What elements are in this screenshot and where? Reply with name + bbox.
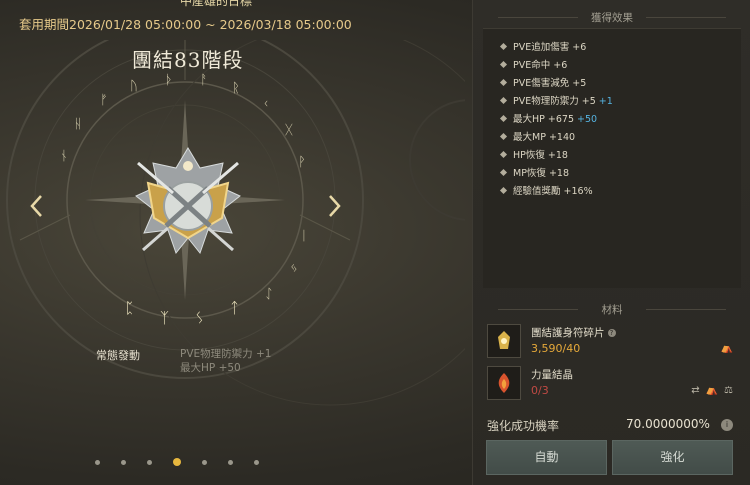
shop-icon[interactable]: ⛺ bbox=[721, 343, 733, 354]
diamond-bullet-icon bbox=[499, 168, 508, 177]
svg-text:ᚠ: ᚠ bbox=[100, 93, 108, 108]
page-dot[interactable] bbox=[147, 459, 152, 465]
page-dot[interactable] bbox=[95, 459, 100, 465]
effect-item: MP恢復 +18 bbox=[499, 165, 569, 179]
diamond-bullet-icon bbox=[499, 150, 508, 159]
materials-title: 材料 bbox=[601, 304, 623, 316]
diamond-bullet-icon bbox=[499, 42, 508, 51]
svg-text:ᚲ: ᚲ bbox=[262, 97, 270, 112]
material-tools: ⛺ bbox=[721, 343, 733, 354]
page-dot-active[interactable] bbox=[173, 458, 181, 466]
material-name: 力量結晶 bbox=[531, 369, 573, 381]
enhance-button[interactable]: 強化 bbox=[612, 440, 733, 475]
balance-icon[interactable]: ⚖ bbox=[724, 385, 733, 396]
stage-panel: 中産雄的日標 套用期間2026/01/28 05:00:00 ~ 2026/03… bbox=[0, 0, 465, 485]
svg-text:ᚷ: ᚷ bbox=[285, 123, 293, 138]
passive-effect-line: PVE物理防禦力 +1 bbox=[180, 348, 272, 360]
stage-title: 團結83階段 bbox=[132, 48, 244, 72]
diamond-bullet-icon bbox=[499, 114, 508, 123]
help-icon[interactable]: ? bbox=[607, 329, 616, 337]
effects-title: 獲得效果 bbox=[591, 12, 633, 24]
svg-text:ᚹ: ᚹ bbox=[298, 155, 306, 170]
page-dot[interactable] bbox=[121, 459, 126, 465]
amulet-fragment-icon[interactable] bbox=[487, 324, 521, 358]
svg-text:ᛈ: ᛈ bbox=[125, 299, 134, 317]
effect-item: PVE物理防禦力 +5 +1 bbox=[499, 93, 613, 107]
page-dot[interactable] bbox=[254, 459, 259, 465]
effect-item: 最大HP +675 +50 bbox=[499, 111, 598, 125]
page-indicator bbox=[95, 458, 259, 466]
effect-item: 經驗值獎勵 +16% bbox=[499, 183, 593, 197]
material-name: 團結護身符碎片? bbox=[531, 325, 616, 340]
effect-item: PVE傷害減免 +5 bbox=[499, 75, 586, 89]
material-item[interactable]: 力量結晶 0/3 ⇄ ⛺ ⚖ bbox=[487, 366, 743, 402]
svg-text:ᛊ: ᛊ bbox=[195, 309, 204, 327]
passive-effect: PVE物理防禦力 +1 最大HP +50 bbox=[180, 347, 271, 375]
page-dot[interactable] bbox=[202, 459, 207, 465]
svg-text:ᚦ: ᚦ bbox=[165, 73, 173, 88]
page-dot[interactable] bbox=[228, 459, 233, 465]
effect-item: HP恢復 +18 bbox=[499, 147, 568, 161]
effect-item: PVE追加傷害 +6 bbox=[499, 39, 586, 53]
svg-text:ᛉ: ᛉ bbox=[160, 309, 169, 327]
next-arrow-icon[interactable] bbox=[325, 192, 343, 220]
material-tools: ⇄ ⛺ ⚖ bbox=[691, 385, 733, 396]
top-clipped-text: 中産雄的日標 bbox=[180, 0, 253, 8]
material-count: 3,590/40 bbox=[531, 342, 581, 355]
svg-text:ᚢ: ᚢ bbox=[130, 79, 138, 94]
svg-text:ᛏ: ᛏ bbox=[230, 299, 239, 317]
svg-text:ᛇ: ᛇ bbox=[265, 287, 273, 302]
auto-button[interactable]: 自動 bbox=[486, 440, 607, 475]
apply-period: 套用期間2026/01/28 05:00:00 ~ 2026/03/18 05:… bbox=[19, 17, 352, 32]
svg-text:ᚨ: ᚨ bbox=[200, 73, 208, 88]
effects-header: 獲得效果 bbox=[473, 10, 750, 25]
previous-arrow-icon[interactable] bbox=[28, 192, 46, 220]
diamond-bullet-icon bbox=[499, 186, 508, 195]
exchange-icon[interactable]: ⇄ bbox=[691, 385, 699, 396]
success-rate-value: 70.0000000% bbox=[626, 417, 710, 431]
details-panel: 獲得效果 PVE追加傷害 +6 PVE命中 +6 PVE傷害減免 +5 PVE物… bbox=[472, 0, 750, 485]
diamond-bullet-icon bbox=[499, 132, 508, 141]
effect-bonus: +50 bbox=[577, 114, 598, 125]
svg-text:ᚾ: ᚾ bbox=[60, 149, 68, 164]
effect-bonus: +1 bbox=[598, 96, 613, 107]
svg-text:ᛃ: ᛃ bbox=[290, 261, 298, 276]
diamond-bullet-icon bbox=[499, 78, 508, 87]
shop-icon[interactable]: ⛺ bbox=[706, 385, 718, 396]
material-item[interactable]: 團結護身符碎片? 3,590/40 ⛺ bbox=[487, 324, 743, 360]
diamond-bullet-icon bbox=[499, 60, 508, 69]
effect-item: PVE命中 +6 bbox=[499, 57, 567, 71]
passive-effect-line: 最大HP +50 bbox=[180, 362, 241, 374]
material-count: 0/3 bbox=[531, 384, 549, 397]
svg-text:ᚱ: ᚱ bbox=[232, 81, 240, 96]
power-crystal-icon[interactable] bbox=[487, 366, 521, 400]
effects-list: PVE追加傷害 +6 PVE命中 +6 PVE傷害減免 +5 PVE物理防禦力 … bbox=[483, 28, 741, 288]
info-icon[interactable]: i bbox=[721, 419, 733, 431]
diamond-bullet-icon bbox=[499, 96, 508, 105]
svg-text:ᛁ: ᛁ bbox=[300, 229, 308, 244]
passive-label: 常態發動 bbox=[96, 349, 140, 362]
svg-text:ᚺ: ᚺ bbox=[74, 117, 82, 132]
materials-header: 材料 bbox=[473, 302, 750, 317]
success-rate-label: 強化成功機率 bbox=[487, 419, 560, 433]
effect-item: 最大MP +140 bbox=[499, 129, 575, 143]
unity-emblem-icon bbox=[135, 147, 241, 255]
